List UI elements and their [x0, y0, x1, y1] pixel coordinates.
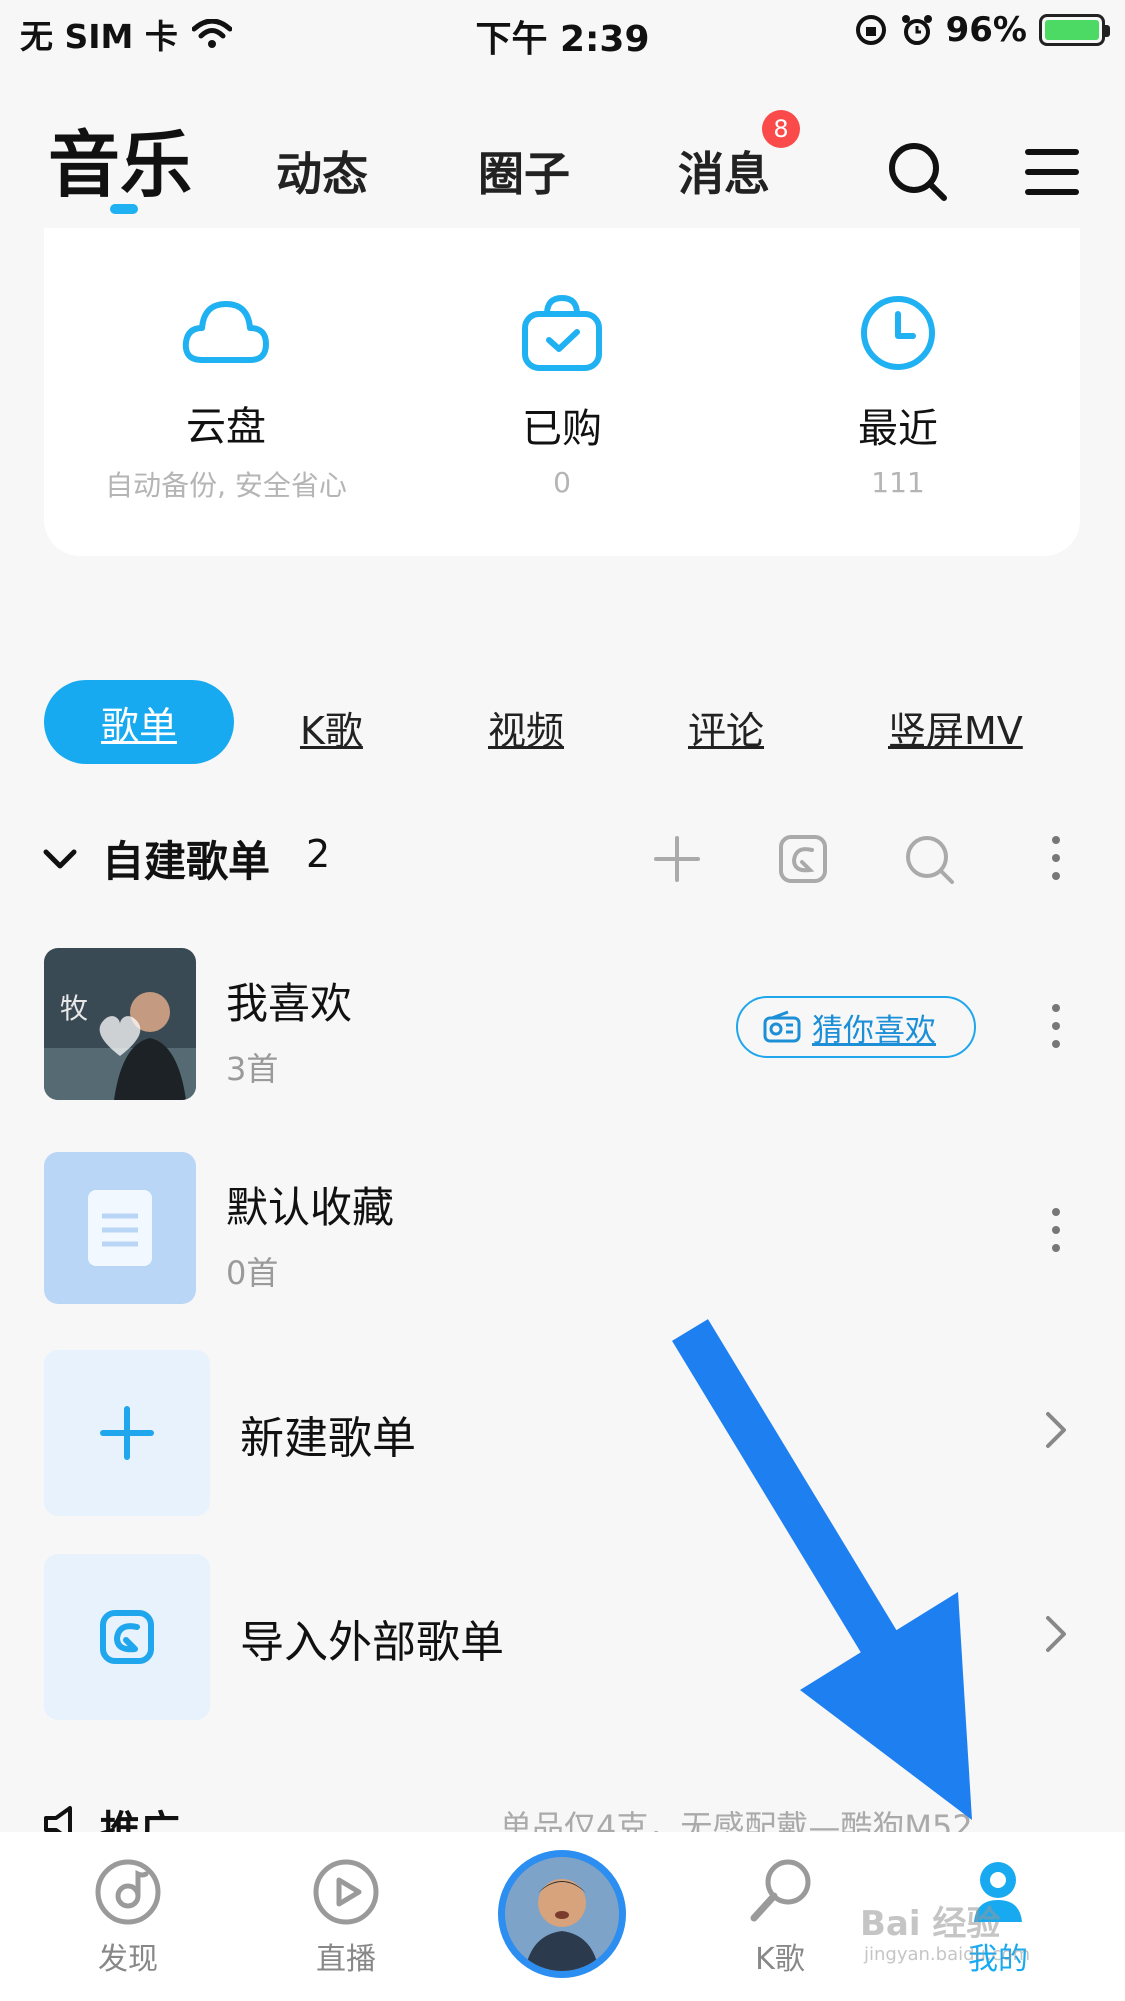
section-title: 自建歌单 — [102, 837, 271, 886]
guess-you-like-button[interactable]: 猜你喜欢 — [736, 996, 976, 1058]
promo-title: 推广 — [100, 1808, 180, 1836]
battery-icon — [1039, 14, 1110, 46]
status-right: 96% — [854, 10, 1110, 50]
message-badge: 8 — [762, 110, 800, 148]
search-icon[interactable] — [886, 140, 950, 204]
search-icon[interactable] — [902, 832, 956, 886]
plus-icon — [100, 1406, 154, 1460]
nav-discover-label: 发现 — [98, 1942, 158, 1977]
playlist-more-icon[interactable] — [1048, 1004, 1064, 1058]
section-more-icon[interactable] — [1048, 836, 1064, 890]
playlist-count: 0首 — [226, 1254, 279, 1292]
status-bar: 无 SIM 卡 下午 2:39 96% — [0, 0, 1125, 64]
list-item[interactable]: 默认收藏 0首 — [0, 1152, 1125, 1312]
promo-text: 单品仅4克，无感配戴—酷狗M52 — [500, 1808, 973, 1836]
playlist-count: 3首 — [226, 1050, 279, 1088]
nav-live-label: 直播 — [316, 1942, 376, 1977]
cloud-icon — [182, 301, 269, 363]
active-tab-indicator — [110, 204, 138, 214]
rotation-lock-icon — [855, 15, 886, 45]
chip-karaoke[interactable]: K歌 — [300, 700, 363, 755]
create-playlist-row[interactable]: 新建歌单 — [0, 1350, 1125, 1516]
top-nav: 音乐 动态 圈子 消息 8 — [0, 100, 1125, 220]
play-circle-icon — [313, 1859, 379, 1925]
nav-discover[interactable]: 发现 — [58, 1856, 198, 1978]
cloud-subtitle: 自动备份, 安全省心 — [105, 469, 347, 502]
promo-row[interactable]: 推广 单品仅4克，无感配戴—酷狗M52 — [0, 1796, 1125, 1836]
quick-purchased[interactable]: 已购 0 — [422, 292, 702, 499]
list-item[interactable]: 牧 我喜欢 3首 猜你喜欢 — [0, 948, 1125, 1108]
quick-cloud[interactable]: 云盘 自动备份, 安全省心 — [86, 292, 366, 504]
radio-icon — [763, 1010, 801, 1043]
cloud-title: 云盘 — [186, 404, 266, 450]
now-playing-avatar[interactable] — [498, 1850, 626, 1978]
content-chips: 歌单 K歌 视频 评论 竖屏MV — [0, 680, 1125, 764]
alarm-icon — [901, 15, 932, 45]
chevron-down-icon[interactable] — [42, 846, 78, 872]
document-cover — [44, 1152, 196, 1304]
import-icon[interactable] — [776, 832, 830, 886]
create-playlist-tile — [44, 1350, 210, 1516]
purchased-title: 已购 — [522, 406, 602, 452]
tab-music[interactable]: 音乐 — [48, 106, 192, 211]
watermark-url: jingyan.baidu.com — [864, 1944, 1031, 1965]
menu-icon[interactable] — [1020, 140, 1084, 204]
watermark: Bai 经验 — [860, 1904, 1001, 1944]
chevron-right-icon — [1046, 1616, 1066, 1652]
import-playlist-row[interactable]: 导入外部歌单 — [0, 1554, 1125, 1720]
quick-access-card: 云盘 自动备份, 安全省心 已购 0 最近 111 — [44, 228, 1080, 556]
purchased-count: 0 — [553, 466, 571, 499]
add-icon[interactable] — [650, 832, 704, 886]
import-icon — [100, 1610, 154, 1664]
svg-text:牧: 牧 — [60, 992, 88, 1025]
chip-video[interactable]: 视频 — [488, 700, 564, 755]
nav-karaoke[interactable]: K歌 — [710, 1856, 850, 1978]
guess-you-like-label: 猜你喜欢 — [812, 1012, 936, 1049]
album-cover: 牧 — [44, 948, 196, 1100]
playlist-title: 默认收藏 — [226, 1183, 395, 1232]
tab-messages[interactable]: 消息 — [678, 138, 770, 204]
document-icon — [88, 1190, 152, 1266]
playlist-title: 我喜欢 — [226, 979, 353, 1028]
tab-circle[interactable]: 圈子 — [478, 138, 570, 204]
battery-percent: 96% — [945, 10, 1027, 50]
recent-count: 111 — [871, 466, 925, 499]
nav-karaoke-label: K歌 — [755, 1942, 805, 1977]
music-disc-icon — [95, 1859, 161, 1925]
nav-live[interactable]: 直播 — [276, 1856, 416, 1978]
import-playlist-tile — [44, 1554, 210, 1720]
self-built-playlists-header: 自建歌单 2 — [0, 820, 1125, 900]
chip-playlists[interactable]: 歌单 — [44, 680, 234, 764]
bag-check-icon — [522, 294, 602, 371]
chip-vertical-mv[interactable]: 竖屏MV — [888, 700, 1023, 755]
microphone-icon — [750, 1859, 811, 1922]
quick-recent[interactable]: 最近 111 — [758, 292, 1038, 499]
playlist-more-icon[interactable] — [1048, 1208, 1064, 1262]
create-playlist-label: 新建歌单 — [240, 1413, 416, 1464]
section-count: 2 — [306, 832, 331, 876]
recent-title: 最近 — [858, 406, 938, 452]
chevron-right-icon — [1046, 1412, 1066, 1448]
tab-dynamic[interactable]: 动态 — [276, 138, 368, 204]
import-playlist-label: 导入外部歌单 — [240, 1617, 504, 1668]
clock-icon — [861, 296, 935, 370]
chip-comments[interactable]: 评论 — [688, 700, 764, 755]
